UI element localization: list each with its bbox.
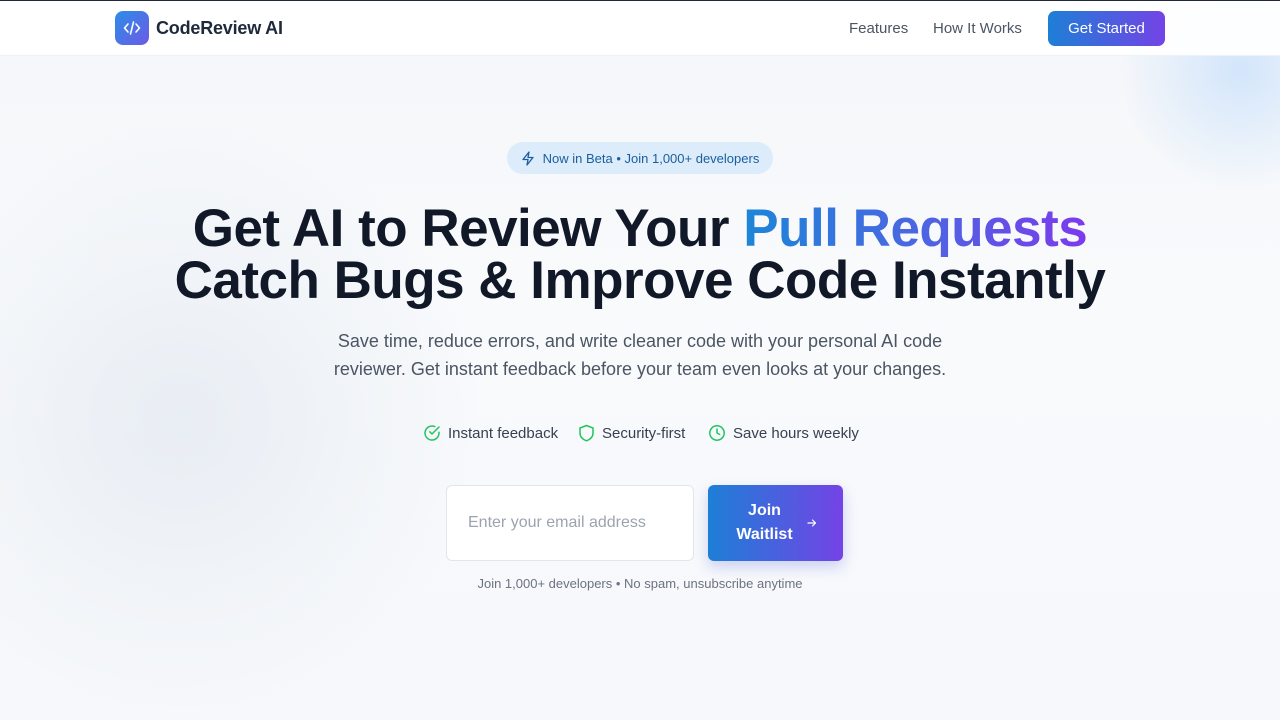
clock-icon [709,425,725,441]
feature-instant-feedback: Instant feedback [423,424,558,442]
logo-icon[interactable] [115,11,149,45]
lightning-icon [522,150,534,166]
join-waitlist-button[interactable]: Join Waitlist [708,485,843,561]
signup-note: Join 1,000+ developers • No spam, unsubs… [477,576,803,591]
arrow-right-icon [806,519,816,527]
navbar: CodeReview AI Features How It Works Get … [0,1,1280,56]
feature-save-hours: Save hours weekly [708,424,859,442]
hero-title-line1: Get AI to Review Your Pull Requests [0,202,1280,255]
hero-title-highlight: Pull Requests [743,199,1088,258]
hero-title-line2: Catch Bugs & Improve Code Instantly [174,251,1106,310]
beta-badge: Now in Beta • Join 1,000+ developers [507,142,773,174]
hero-title-prefix: Get AI to Review Your [192,199,744,258]
get-started-button[interactable]: Get Started [1048,11,1165,46]
code-icon [123,21,141,35]
check-circle-icon [424,425,440,441]
shield-icon [579,424,594,442]
feature-security-first: Security-first [578,424,685,442]
nav-link-features[interactable]: Features [849,20,908,37]
join-waitlist-label: Join Waitlist [736,502,793,543]
hero-subtitle: Save time, reduce errors, and write clea… [333,331,947,379]
email-field-container [446,485,694,561]
window-top-border [0,0,1280,1]
nav-link-how-it-works[interactable]: How It Works [933,20,1022,37]
feature-label: Instant feedback [448,424,559,442]
beta-badge-text: Now in Beta • Join 1,000+ developers [542,150,760,166]
brand-name[interactable]: CodeReview AI [156,18,283,39]
feature-label: Save hours weekly [733,424,859,442]
feature-label: Security-first [602,424,686,442]
email-input[interactable] [447,486,693,560]
